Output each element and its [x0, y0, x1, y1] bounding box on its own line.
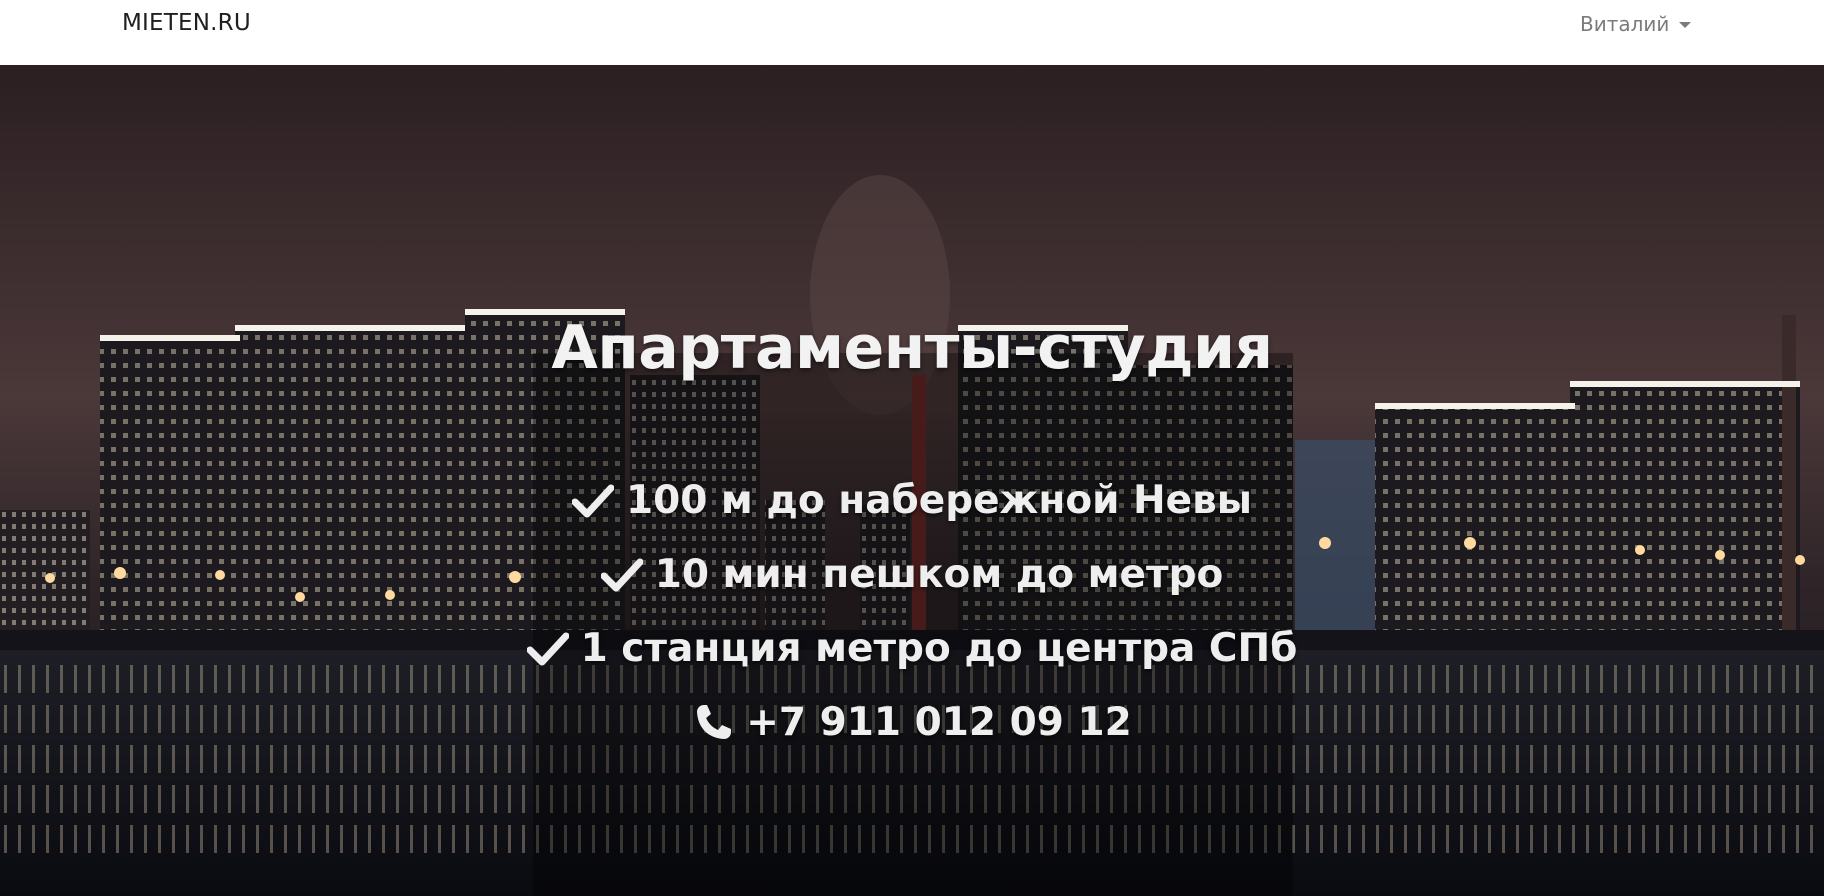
user-dropdown-toggle[interactable]: Виталий	[1580, 12, 1692, 36]
user-name: Виталий	[1580, 12, 1670, 36]
feature-text: 1 станция метро до центра СПб	[580, 626, 1298, 671]
brand-logo-link[interactable]: MIETEN.RU	[122, 10, 251, 36]
phone-number: +7 911 012 09 12	[746, 700, 1132, 745]
top-navbar: MIETEN.RU Виталий	[0, 0, 1824, 65]
feature-item: 10 мин пешком до метро	[0, 552, 1824, 597]
hero-title: Апартаменты-студия	[551, 313, 1273, 383]
check-icon	[571, 484, 614, 517]
feature-text: 10 мин пешком до метро	[654, 552, 1224, 597]
phone-contact[interactable]: +7 911 012 09 12	[0, 700, 1824, 745]
check-icon	[600, 558, 643, 591]
phone-icon	[697, 704, 732, 739]
check-icon	[526, 632, 569, 665]
caret-down-icon	[1679, 22, 1692, 28]
feature-item: 100 м до набережной Невы	[0, 478, 1824, 523]
feature-text: 100 м до набережной Невы	[625, 478, 1253, 523]
feature-item: 1 станция метро до центра СПб	[0, 626, 1824, 671]
hero-text-panel	[533, 353, 1293, 896]
